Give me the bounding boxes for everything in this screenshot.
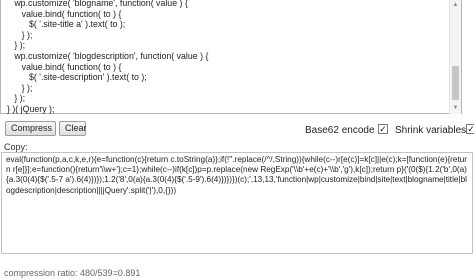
base62-encode-label: Base62 encode (305, 125, 375, 136)
packed-output-text: eval(function(p,a,c,k,e,r){e=function(c)… (6, 155, 468, 195)
clear-button[interactable]: Clear (59, 121, 87, 136)
source-code-textarea[interactable]: wp.customize( 'blogname', function( valu… (0, 0, 462, 114)
source-code-text: wp.customize( 'blogname', function( valu… (7, 0, 209, 114)
input-scrollbar[interactable]: ▲ ▼ (449, 0, 461, 114)
shrink-variables-checkbox[interactable]: ✓ (466, 124, 474, 134)
compression-ratio: compression ratio: 480/539=0.891 (4, 268, 141, 278)
scroll-down-icon[interactable]: ▼ (450, 103, 461, 114)
copy-label: Copy: (4, 142, 28, 152)
base62-encode-checkbox[interactable]: ✓ (378, 124, 388, 134)
output-textarea[interactable]: eval(function(p,a,c,k,e,r){e=function(c)… (1, 152, 473, 254)
scroll-up-icon[interactable]: ▲ (450, 0, 461, 11)
shrink-variables-label: Shrink variables (395, 125, 467, 136)
compress-button[interactable]: Compress (5, 121, 56, 136)
scroll-thumb[interactable] (452, 66, 459, 100)
